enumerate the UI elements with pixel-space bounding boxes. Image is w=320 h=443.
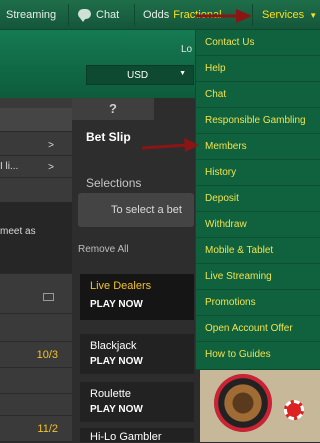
roulette-image [200,370,320,442]
bet-slip-title: Bet Slip [86,130,131,144]
currency-value: USD [127,70,149,81]
chat-link[interactable]: Chat [78,0,119,30]
left-sidebar: > I li... > meet as 10/3 11/2 [0,98,72,442]
roulette-wheel [214,374,272,432]
chat-bubble-icon [78,9,91,22]
streaming-link[interactable]: Streaming [6,0,56,30]
menu-item-promotions[interactable]: Promotions [196,290,320,316]
help-tab[interactable]: ? [72,98,154,120]
menu-item-history[interactable]: History [196,160,320,186]
services-dropdown: Contact Us Help Chat Responsible Gamblin… [195,29,320,370]
divider [134,4,135,26]
bet-slip-panel: ? Bet Slip Selections To select a bet Re… [72,98,194,443]
odds-value[interactable]: 10/3 [37,349,58,361]
menu-item-responsible-gambling[interactable]: Responsible Gambling [196,108,320,134]
odds-value: Fractional [173,9,222,21]
promo-hi-lo-gambler[interactable]: Hi-Lo Gambler [80,428,194,443]
list-item[interactable]: meet as [0,202,72,274]
monitor-icon [43,293,54,301]
list-item[interactable] [0,108,72,132]
play-now-button[interactable]: PLAY NOW [90,356,143,367]
menu-item-contact-us[interactable]: Contact Us [196,30,320,56]
menu-item-mobile-tablet[interactable]: Mobile & Tablet [196,238,320,264]
select-bet-text: To select a bet [111,204,182,216]
menu-item-deposit[interactable]: Deposit [196,186,320,212]
divider [68,4,69,26]
select-bet-prompt: To select a bet [78,193,194,227]
streaming-label: Streaming [6,9,57,21]
menu-item-live-streaming[interactable]: Live Streaming [196,264,320,290]
list-item-label: meet as [0,226,36,237]
play-now-button[interactable]: PLAY NOW [90,404,143,415]
login-label[interactable]: Lo [181,44,192,55]
promo-live-dealers[interactable]: Live Dealers PLAY NOW [80,274,194,320]
promo-roulette[interactable]: Roulette PLAY NOW [80,382,194,422]
play-now-button[interactable]: PLAY NOW [90,299,143,310]
chevron-right-icon: > [48,140,54,151]
chat-label: Chat [96,9,120,21]
menu-item-withdraw[interactable]: Withdraw [196,212,320,238]
remove-all-button[interactable]: Remove All [78,244,129,255]
menu-item-chat[interactable]: Chat [196,82,320,108]
odds-selector[interactable]: Odds Fractional [143,0,222,30]
list-item[interactable] [0,314,72,342]
odds-value[interactable]: 11/2 [37,423,58,435]
top-bar: Streaming Chat Odds Fractional Services ▼ [0,0,320,30]
menu-item-members[interactable]: Members [196,134,320,160]
menu-item-help[interactable]: Help [196,56,320,82]
menu-item-open-account-offer[interactable]: Open Account Offer [196,316,320,342]
list-item[interactable]: 10/3 [0,342,72,368]
promo-title: Blackjack [90,340,137,352]
chevron-down-icon: ▼ [309,11,318,20]
chevron-down-icon: ▼ [179,70,186,77]
casino-chip [284,400,304,420]
odds-label: Odds [143,9,170,21]
promo-title: Roulette [90,388,131,400]
promo-blackjack[interactable]: Blackjack PLAY NOW [80,334,194,374]
list-item[interactable]: > [0,134,72,156]
promo-title: Live Dealers [90,280,152,292]
services-label: Services [262,9,305,21]
list-item[interactable] [0,394,72,416]
chevron-right-icon: > [48,162,54,173]
list-item[interactable] [0,284,72,314]
currency-select[interactable]: USD ▼ [86,65,194,85]
list-item-label: I li... [0,161,19,172]
services-menu-button[interactable]: Services ▼ [262,0,317,30]
list-item[interactable]: I li... > [0,156,72,178]
menu-item-how-to-guides[interactable]: How to Guides [196,342,320,368]
list-item[interactable] [0,368,72,394]
list-item[interactable]: 11/2 [0,416,72,442]
divider [252,4,253,26]
selections-label: Selections [86,176,142,190]
promo-title: Hi-Lo Gambler [90,431,162,443]
